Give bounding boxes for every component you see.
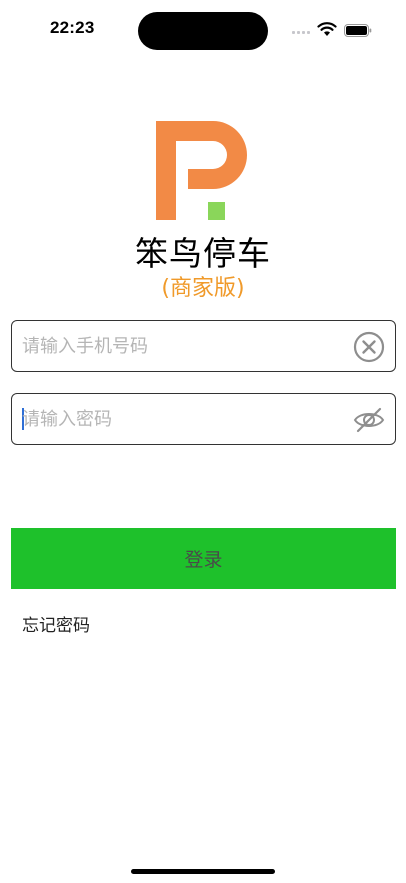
eye-slash-icon[interactable] xyxy=(353,404,385,436)
status-time: 22:23 xyxy=(50,18,95,37)
cainiao-parking-logo xyxy=(156,121,247,220)
status-bar: 22:23 xyxy=(0,0,406,60)
clear-circle-x-icon[interactable] xyxy=(353,331,385,363)
password-input[interactable] xyxy=(22,394,342,444)
login-button[interactable]: 登录 xyxy=(11,528,396,589)
phone-field[interactable] xyxy=(11,320,396,372)
password-field[interactable] xyxy=(11,393,396,445)
wifi-icon xyxy=(317,22,337,36)
brand-title: 笨鸟停车 xyxy=(135,234,271,273)
cellular-dots-icon xyxy=(292,31,312,35)
phone-input[interactable] xyxy=(22,321,342,371)
brand-subtitle: (商家版) xyxy=(161,276,245,301)
battery-icon xyxy=(344,24,372,37)
forgot-password-link[interactable]: 忘记密码 xyxy=(22,611,90,636)
home-indicator xyxy=(131,869,275,874)
dynamic-island xyxy=(138,12,268,50)
